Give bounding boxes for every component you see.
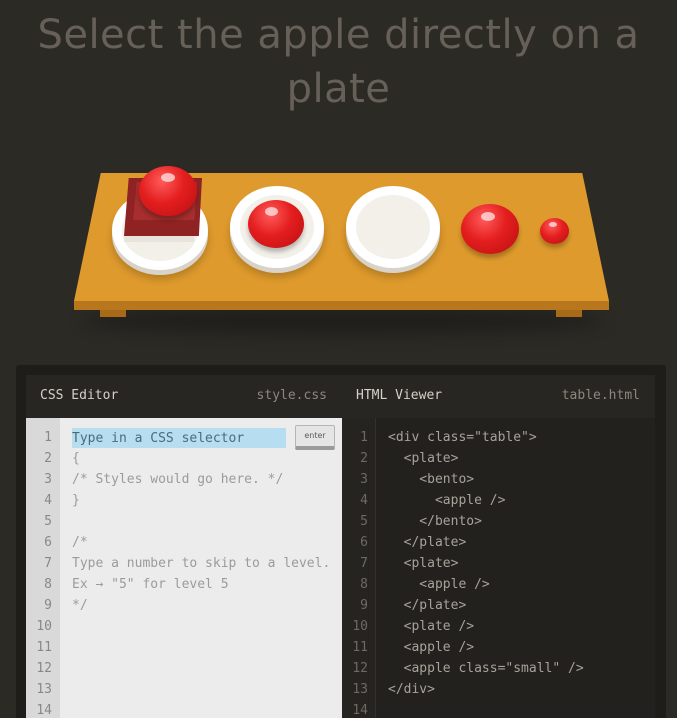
html-viewer: HTML Viewer table.html 1 2 3 4 5 6 7 8 9 10 11 12 13… (342, 375, 655, 718)
code-line: <plate> (388, 451, 459, 466)
code-line: </bento> (388, 514, 482, 529)
line-number: 10 (352, 619, 368, 634)
css-editor-body[interactable]: 1 2 3 4 5 6 7 8 9 10 11 12 13 14{/* Styles would go h… (26, 418, 342, 718)
line-number: 4 (44, 493, 52, 508)
apple-in-bento[interactable] (139, 166, 197, 216)
line-number: 9 (44, 598, 52, 613)
line-number: 8 (360, 577, 368, 592)
code-line: <plate /> (388, 619, 475, 634)
line-number: 4 (360, 493, 368, 508)
apple-on-plate[interactable] (248, 200, 304, 248)
html-viewer-title: HTML Viewer (356, 388, 443, 403)
table-leg-left (100, 310, 126, 317)
code-line: Type a number to skip to a level. (72, 556, 331, 571)
level-instruction: Select the apple directly on a plate (20, 8, 657, 116)
css-editor-title: CSS Editor (40, 388, 119, 403)
apple-shine (549, 222, 557, 227)
css-editor-filename: style.css (256, 388, 327, 403)
code-line: <apple /> (388, 577, 490, 592)
table-shadow (80, 308, 605, 334)
apple-on-table[interactable] (461, 204, 519, 254)
html-viewer-filename: table.html (561, 388, 640, 403)
plate-3-inner (356, 195, 430, 259)
line-number: 2 (44, 451, 52, 466)
small-apple[interactable] (540, 218, 569, 244)
line-number: 6 (360, 535, 368, 550)
line-number: 6 (44, 535, 52, 550)
html-viewer-header: HTML Viewer table.html (342, 375, 655, 419)
line-number: 12 (352, 661, 368, 676)
code-line: /* Styles would go here. */ (72, 472, 284, 487)
table-scene (0, 160, 677, 334)
table-edge (74, 301, 609, 310)
css-editor-header: CSS Editor style.css (26, 375, 342, 419)
code-line: { (72, 451, 80, 466)
html-viewer-body: 1 2 3 4 5 6 7 8 9 10 11 12 13 14 <div class="table"> <… (342, 418, 655, 718)
line-number: 9 (360, 598, 368, 613)
plate-3[interactable] (346, 186, 440, 268)
css-selector-input[interactable] (72, 428, 286, 448)
code-line: } (72, 493, 80, 508)
enter-button[interactable]: enter (295, 425, 335, 450)
line-number: 7 (360, 556, 368, 571)
line-number: 5 (360, 514, 368, 529)
line-number: 3 (44, 472, 52, 487)
code-line: Ex → "5" for level 5 (72, 577, 229, 592)
apple-shine (481, 212, 495, 221)
line-number: 8 (44, 577, 52, 592)
code-line: </div> (388, 682, 435, 697)
code-line: <apple /> (388, 640, 475, 655)
code-line: <plate> (388, 556, 459, 571)
line-number: 11 (352, 640, 368, 655)
code-line: </plate> (388, 535, 467, 550)
line-number: 14 (352, 703, 368, 718)
line-number: 1 (44, 430, 52, 445)
line-number: 13 (36, 682, 52, 697)
line-number: 7 (44, 556, 52, 571)
code-line: </plate> (388, 598, 467, 613)
line-number: 2 (360, 451, 368, 466)
line-number: 14 (36, 703, 52, 718)
line-number: 5 (44, 514, 52, 529)
line-number: 12 (36, 661, 52, 676)
css-editor: CSS Editor style.css 1 2 3 4 5 6 7 8 9 10 11 12 13 14… (26, 375, 342, 718)
table-leg-right (556, 310, 582, 317)
code-line: /* (72, 535, 88, 550)
code-line: <apple class="small" /> (388, 661, 584, 676)
instruction-line-1: Select the apple directly on a (37, 12, 640, 58)
instruction-line-2: plate (286, 66, 391, 112)
line-number: 13 (352, 682, 368, 697)
apple-shine (161, 173, 175, 182)
apple-shine (265, 207, 278, 216)
code-line: <div class="table"> (388, 430, 537, 445)
line-number: 1 (360, 430, 368, 445)
code-line: <bento> (388, 472, 475, 487)
line-number: 3 (360, 472, 368, 487)
line-number: 10 (36, 619, 52, 634)
code-line: <apple /> (388, 493, 506, 508)
line-number: 11 (36, 640, 52, 655)
code-line: */ (72, 598, 88, 613)
